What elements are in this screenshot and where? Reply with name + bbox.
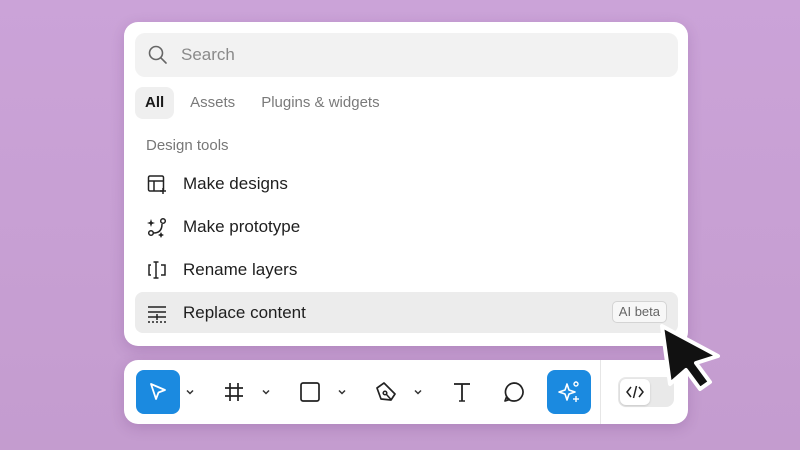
text-tool-button[interactable] — [440, 370, 484, 414]
chevron-down-icon[interactable] — [261, 387, 271, 397]
section-heading: Design tools — [146, 137, 229, 154]
text-t-icon — [454, 383, 470, 402]
search-input[interactable] — [181, 41, 661, 69]
code-brackets-icon — [626, 385, 644, 399]
rename-icon — [148, 261, 166, 279]
menu-item-label: Replace content — [183, 303, 306, 322]
toggle-knob — [620, 379, 650, 405]
tab-assets[interactable]: Assets — [180, 87, 245, 119]
shape-tool-button[interactable] — [288, 370, 332, 414]
mouse-pointer-icon — [660, 324, 720, 391]
rectangle-icon — [300, 382, 320, 402]
cursor-arrow-icon — [150, 383, 166, 400]
search-icon — [148, 45, 167, 64]
chevron-down-icon[interactable] — [413, 387, 423, 397]
menu-item-rename-layers[interactable]: Rename layers — [135, 249, 678, 290]
chevron-down-icon[interactable] — [337, 387, 347, 397]
hash-frame-icon — [225, 383, 243, 401]
actions-tool-button[interactable] — [547, 370, 591, 414]
pen-tool-button[interactable] — [364, 370, 408, 414]
speech-bubble-icon — [504, 382, 524, 402]
menu-item-replace-content[interactable]: Replace content AI beta — [135, 292, 678, 333]
bottom-toolbar — [124, 360, 688, 424]
pen-nib-icon — [376, 382, 396, 401]
menu-item-label: Make designs — [183, 174, 288, 193]
tab-plugins-widgets[interactable]: Plugins & widgets — [251, 87, 389, 119]
actions-menu: All Assets Plugins & widgets Design tool… — [124, 22, 688, 346]
menu-item-make-designs[interactable]: Make designs — [135, 163, 678, 204]
search-bar[interactable] — [135, 33, 678, 77]
layout-plus-icon — [147, 175, 166, 194]
toolbar-divider — [600, 360, 601, 424]
frame-tool-button[interactable] — [212, 370, 256, 414]
menu-item-label: Rename layers — [183, 260, 298, 279]
chevron-down-icon[interactable] — [185, 387, 195, 397]
comment-tool-button[interactable] — [492, 370, 536, 414]
menu-item-label: Make prototype — [183, 217, 301, 236]
tab-all[interactable]: All — [135, 87, 175, 119]
menu-item-make-prototype[interactable]: Make prototype — [135, 206, 678, 247]
filter-tabs: All Assets Plugins & widgets — [135, 87, 390, 119]
move-tool-button[interactable] — [136, 370, 180, 414]
replace-text-icon — [148, 306, 166, 323]
ai-sparkle-icon — [558, 381, 579, 402]
sparkle-connect-icon — [147, 217, 167, 238]
